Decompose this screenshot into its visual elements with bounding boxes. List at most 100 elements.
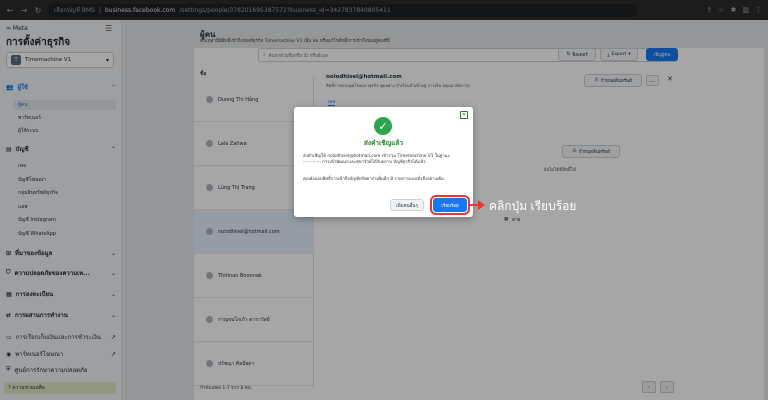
sidebar-section-brand-safety[interactable]: ⛉ ความปลอดภัยของความเห... ⌄ <box>6 268 116 278</box>
sidebar-item-people[interactable]: ผู้คน <box>14 100 116 110</box>
dialog-body: ส่งคำเชิญให้ nolodhisel@hotmail.com เข้า… <box>303 154 450 165</box>
tab-title: เลือกบัญชี BMS <box>54 7 95 14</box>
list-item[interactable]: ปรัชญา ศิลป์ยดา <box>194 342 314 386</box>
calendar-icon: ▦ <box>504 217 509 222</box>
filter-button[interactable]: ⇅ ฟิลเตอร์ <box>558 48 596 61</box>
chevron-up-icon: ⌃ <box>110 145 116 153</box>
reload-icon[interactable]: ↻ <box>34 6 42 15</box>
permission-note: ยังไม่ได้มีสิทธิ์ได้ <box>544 168 576 173</box>
sidebar-item-instagram[interactable]: บัญชี Instagram <box>18 216 56 224</box>
business-avatar: T <box>11 55 21 65</box>
url-domain: business.facebook.com <box>105 6 176 14</box>
download-icon: ⤓ <box>607 52 610 58</box>
sidebar-item-asset-groups[interactable]: กลุ่มสินทรัพย์ธุรกิจ <box>18 189 58 197</box>
add-more-people-button[interactable]: เพิ่มคนอื่นๆ <box>390 199 424 211</box>
dialog-title: ส่งคำเชิญแล้ว <box>363 139 404 147</box>
close-icon[interactable]: ✕ <box>460 111 468 119</box>
share-icon[interactable]: ⇪ <box>706 6 712 14</box>
sidebar-item-whatsapp[interactable]: บัญชี WhatsApp <box>18 230 56 238</box>
help-button[interactable]: ? ความช่วยเหลือ <box>4 382 116 394</box>
prev-page-button[interactable]: ‹ <box>642 381 656 393</box>
done-button[interactable]: เรียบร้อย <box>430 195 470 215</box>
search-icon: ⌕ <box>263 53 266 58</box>
chevron-down-icon: ▾ <box>105 56 109 64</box>
hamburger-icon[interactable]: ☰ <box>105 24 112 33</box>
partner-icon: ◉ <box>6 350 12 358</box>
more-options-button[interactable]: … <box>646 75 659 86</box>
sidebar-item-pages[interactable]: เพจ <box>18 162 26 170</box>
sidebar-link-billing[interactable]: ▭ การเรียกเก็บเงินและการชำระเงิน ↗ <box>6 332 116 342</box>
person-icon <box>206 316 213 323</box>
detail-email: nolodhisel@hotmail.com <box>326 74 402 80</box>
arrow-left-icon <box>478 200 485 210</box>
registration-icon: ▦ <box>6 290 12 298</box>
shield-icon: ⛉ <box>6 269 11 276</box>
sidebar-item-partners[interactable]: พาร์ทเนอร์ <box>18 114 41 122</box>
invite-sent-dialog: ✕ ✓ ส่งคำเชิญแล้ว ส่งคำเชิญให้ nolodhise… <box>294 107 473 217</box>
chevron-down-icon: ⌄ <box>110 311 116 319</box>
sidebar-icon[interactable]: ▥ <box>742 6 749 14</box>
external-link-icon: ↗ <box>110 350 116 358</box>
sidebar-section-accounts[interactable]: ▤ บัญชี ⌃ <box>6 144 116 154</box>
person-icon <box>206 360 213 367</box>
sidebar-section-registrations[interactable]: ▦ การลงทะเบียน ⌄ <box>6 289 116 299</box>
list-item[interactable]: Thitinan Boonnak <box>194 254 314 298</box>
extensions-icon[interactable]: ✱ <box>731 6 737 14</box>
dialog-body-2: คุณยังมอบสิทธิ์การเข้าถึงบัญชีทรัพยากรเพ… <box>303 177 444 182</box>
browser-toolbar: ← → ↻ เลือกบัญชี BMS | business.facebook… <box>0 0 768 20</box>
sidebar-item-apps[interactable]: แอพ <box>18 203 28 211</box>
url-path: /settings/people/378201695387572?busines… <box>179 6 391 14</box>
meta-logo: ∞ Meta <box>6 25 28 32</box>
menu-icon[interactable]: ⋮ <box>755 6 762 14</box>
assign-assets-button[interactable]: ⁂ กำหนดสินทรัพย์ <box>584 74 642 87</box>
sidebar-link-security-center[interactable]: ⛨ ศูนย์การรักษาความปลอดภัย <box>6 365 116 375</box>
external-link-icon: ↗ <box>110 333 116 341</box>
business-name: Timemachine V1 <box>25 57 72 63</box>
annotation-text: คลิกปุ่ม เรียบร้อย <box>489 199 577 213</box>
close-icon[interactable]: ✕ <box>667 75 673 83</box>
assign-assets-button-2[interactable]: ⁂ กำหนดสินทรัพย์ <box>562 145 620 158</box>
star-icon[interactable]: ☆ <box>718 6 724 14</box>
chevron-down-icon: ⌄ <box>110 249 116 257</box>
data-icon: ⊞ <box>6 249 12 257</box>
business-selector[interactable]: T Timemachine V1 ▾ <box>6 52 114 68</box>
sidebar: ∞ Meta ☰ การตั้งค่าธุรกิจ T Timemachine … <box>0 20 122 400</box>
assets-icon: ⁂ <box>594 78 599 83</box>
security-icon: ⛨ <box>6 366 11 373</box>
person-icon <box>206 140 213 147</box>
person-icon <box>206 228 213 235</box>
page-description: คนเหล่านี้มีสิทธิ์เข้าถึงเซลท์ธุรกิจ Tim… <box>200 39 390 44</box>
list-header: ชื่อ <box>200 71 207 77</box>
export-button[interactable]: ⤓ Export ▾ <box>600 48 638 61</box>
sidebar-item-ad-accounts[interactable]: บัญชีโฆษณา <box>18 176 46 184</box>
back-icon[interactable]: ← <box>6 6 14 15</box>
chevron-down-icon: ▾ <box>628 52 631 57</box>
checkmark-icon: ✓ <box>374 117 392 135</box>
sidebar-section-users[interactable]: 👥 ผู้ใช้ ⌃ <box>6 82 116 92</box>
sidebar-title: การตั้งค่าธุรกิจ <box>6 37 71 48</box>
forward-icon[interactable]: → <box>20 6 28 15</box>
chevron-down-icon: ⌄ <box>110 290 116 298</box>
users-icon: 👥 <box>6 83 14 91</box>
person-icon <box>206 184 213 191</box>
sidebar-item-system-users[interactable]: ผู้ใช้ระบบ <box>18 127 38 135</box>
next-page-button[interactable]: › <box>660 381 674 393</box>
tab-pages[interactable]: เพจ <box>328 98 336 106</box>
chevron-down-icon: ⌄ <box>110 269 116 277</box>
permission-dropdown[interactable]: ▦ ดาย <box>504 216 520 223</box>
accounts-icon: ▤ <box>6 145 12 153</box>
chevron-up-icon: ⌃ <box>110 83 116 91</box>
filter-icon: ⇅ <box>566 52 571 57</box>
list-item[interactable]: กาญจนโกเก้า ดาราวัลย์ <box>194 298 314 342</box>
sidebar-section-data-sources[interactable]: ⊞ ที่มาของข้อมูล ⌄ <box>6 248 116 258</box>
add-people-button[interactable]: เชิญผู้คน <box>646 48 678 61</box>
detail-subtitle: สิทธิ์การควบคุมโฆษณาธุรกิจ พูดอย่าง สำเร… <box>326 83 470 88</box>
sidebar-link-ad-partners[interactable]: ◉ พาร์ทเนอร์โฆษณา ↗ <box>6 349 116 359</box>
assets-icon: ⁂ <box>572 149 577 154</box>
billing-icon: ▭ <box>6 333 12 341</box>
sidebar-section-integrations[interactable]: ⇄ การผสานการทำงาน ⌄ <box>6 310 116 320</box>
person-icon <box>206 272 213 279</box>
address-bar[interactable]: เลือกบัญชี BMS | business.facebook.com /… <box>48 3 638 17</box>
integrations-icon: ⇄ <box>6 311 12 319</box>
pagination-text: กำลังแสดง 1-7 จาก 8 คน <box>200 386 251 391</box>
